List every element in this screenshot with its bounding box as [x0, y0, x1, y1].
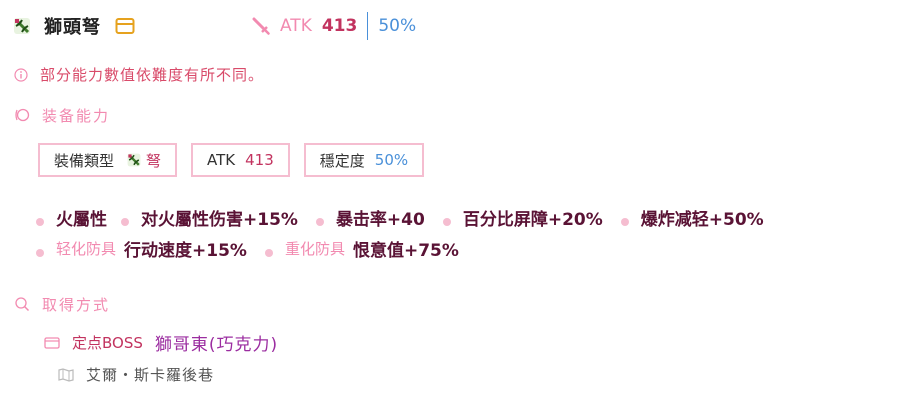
bullet-dot — [620, 217, 629, 226]
crossbow-icon — [127, 153, 141, 167]
atk-box: ATK 413 — [191, 143, 290, 177]
acquisition-section-title: 取得方式 — [42, 295, 111, 314]
bullet-dot — [121, 217, 129, 226]
header-stability-value: 50% — [378, 16, 417, 36]
effect-item: 火屬性 对火屬性伤害+15% — [36, 205, 298, 230]
equipment-section-title: 装备能力 — [42, 106, 111, 125]
effect-label: 轻化防具 — [56, 240, 117, 258]
mail-icon — [44, 336, 60, 349]
acquisition-location: 艾爾・斯卡羅後巷 — [58, 364, 214, 385]
acquisition-section-header: 取得方式 — [14, 293, 110, 315]
divider — [367, 12, 369, 40]
sword-icon — [252, 17, 270, 35]
effect-item: 百分比屏障+20% — [442, 205, 603, 230]
atk-value: 413 — [245, 151, 274, 169]
effect-text: 百分比屏障+20% — [462, 210, 603, 230]
bullet-dot — [36, 217, 44, 226]
map-icon — [58, 367, 74, 382]
header-atk-value: 413 — [321, 16, 358, 36]
info-icon — [14, 67, 28, 82]
crossbow-icon — [14, 18, 30, 34]
source-type: 定点BOSS — [72, 334, 143, 352]
effect-text: 暴击率+40 — [335, 210, 425, 230]
effect-text: 爆炸减轻+50% — [640, 210, 764, 230]
equipment-icon — [15, 108, 30, 122]
effect-item: 暴击率+40 — [315, 205, 425, 230]
bullet-dot — [315, 217, 324, 226]
item-header: 獅頭弩 — [12, 12, 135, 40]
equipment-type-box: 裝備類型 弩 — [38, 143, 178, 177]
effect-text: 恨意值+75% — [352, 241, 459, 261]
stability-box: 穩定度 50% — [303, 143, 425, 177]
difficulty-note: 部分能力數值依難度有所不同。 — [14, 64, 264, 85]
effect-label: 火屬性 — [56, 210, 107, 230]
effect-label: 重化防具 — [284, 240, 345, 258]
effect-text: 行动速度+15% — [124, 241, 247, 261]
effects-row-2: 轻化防具 行动速度+15% 重化防具 恨意值+75% — [36, 236, 477, 261]
item-name: 獅頭弩 — [44, 17, 101, 38]
equipment-type-label: 裝備類型 — [54, 151, 115, 170]
atk-label: ATK — [207, 151, 236, 169]
stat-boxes: 裝備類型 弩 ATK 413 穩定度 50% — [38, 143, 438, 177]
bullet-dot — [264, 248, 273, 257]
stability-value: 50% — [374, 151, 409, 169]
effect-item: 爆炸减轻+50% — [620, 205, 764, 230]
source-name[interactable]: 獅哥東(巧克力) — [155, 330, 278, 355]
note-text: 部分能力數值依難度有所不同。 — [40, 66, 265, 84]
stability-label: 穩定度 — [319, 151, 365, 170]
card-icon[interactable] — [115, 17, 135, 35]
effect-text: 对火屬性伤害+15% — [141, 210, 298, 230]
location-name: 艾爾・斯卡羅後巷 — [86, 366, 215, 384]
acquisition-source: 定点BOSS 獅哥東(巧克力) — [44, 330, 278, 355]
header-stats: ATK 413 50% — [252, 12, 416, 40]
search-icon — [15, 297, 30, 312]
bullet-dot — [36, 248, 44, 257]
effect-item: 轻化防具 行动速度+15% — [36, 236, 247, 261]
bullet-dot — [442, 217, 451, 226]
equipment-type-value: 弩 — [146, 151, 162, 170]
equipment-section-header: 装备能力 — [14, 104, 110, 126]
header-atk-label: ATK — [280, 16, 312, 36]
effect-item: 重化防具 恨意值+75% — [264, 236, 459, 261]
effects-row-1: 火屬性 对火屬性伤害+15% 暴击率+40 百分比屏障+20% 爆炸减轻+50% — [36, 205, 782, 230]
